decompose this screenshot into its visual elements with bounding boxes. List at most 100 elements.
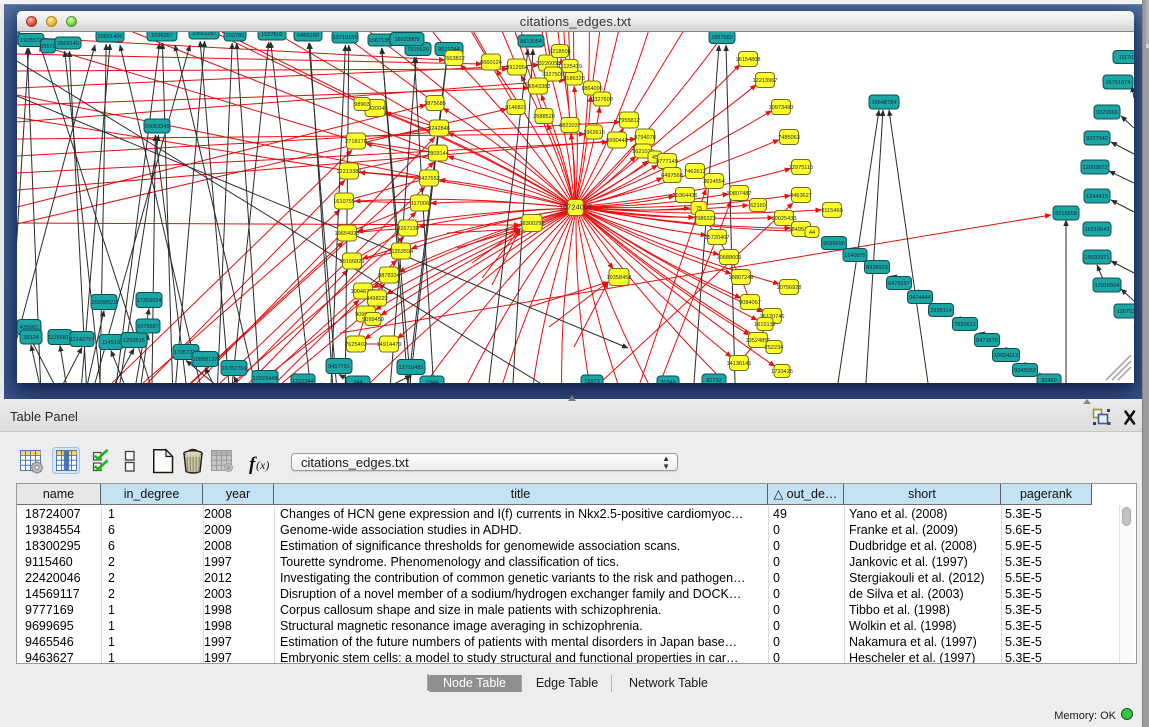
svg-text:1096357: 1096357 — [151, 33, 173, 39]
svg-text:7955812: 7955812 — [618, 118, 640, 124]
svg-text:1864096: 1864096 — [581, 86, 603, 92]
svg-text:98903: 98903 — [354, 102, 370, 108]
svg-text:1733426: 1733426 — [771, 369, 793, 375]
svg-text:9794078: 9794078 — [634, 135, 656, 141]
svg-text:20364436: 20364436 — [673, 193, 698, 199]
svg-text:1962615: 1962615 — [583, 130, 605, 136]
svg-text:8427552: 8427552 — [418, 176, 440, 182]
svg-text:16782759: 16782759 — [222, 366, 247, 372]
svg-text:17359924: 17359924 — [137, 298, 162, 304]
svg-text:15751074: 15751074 — [1106, 80, 1131, 86]
svg-text:16154808: 16154808 — [736, 57, 761, 63]
svg-text:20053346: 20053346 — [145, 124, 170, 130]
svg-text:2986322: 2986322 — [694, 216, 716, 222]
svg-text:9699695: 9699695 — [823, 241, 845, 247]
svg-text:2803144: 2803144 — [427, 151, 449, 157]
svg-text:18807249: 18807249 — [729, 275, 754, 281]
svg-text:7515526: 7515526 — [407, 47, 429, 53]
svg-text:7462612: 7462612 — [684, 169, 706, 175]
svg-text:10025433: 10025433 — [772, 216, 797, 222]
svg-text:82732: 82732 — [706, 378, 722, 383]
svg-text:10973493: 10973493 — [769, 105, 794, 111]
svg-text:16210643: 16210643 — [1085, 227, 1110, 233]
svg-text:152760: 152760 — [226, 33, 245, 39]
svg-text:20691406: 20691406 — [98, 34, 123, 40]
svg-text:16033809: 16033809 — [395, 37, 420, 43]
svg-text:10688609: 10688609 — [717, 255, 742, 261]
svg-text:9227342: 9227342 — [1086, 136, 1108, 142]
svg-text:1610755: 1610755 — [333, 199, 355, 205]
svg-text:8878334: 8878334 — [378, 273, 400, 279]
svg-text:117006: 117006 — [411, 201, 429, 207]
svg-text:8471676: 8471676 — [976, 338, 998, 344]
svg-text:19654933: 19654933 — [335, 231, 360, 237]
svg-text:1527602: 1527602 — [261, 32, 283, 38]
svg-text:14136141: 14136141 — [727, 361, 752, 367]
svg-text:7625402: 7625402 — [345, 342, 367, 348]
svg-text:10807487: 10807487 — [727, 191, 752, 197]
svg-text:1244415: 1244415 — [1086, 194, 1108, 200]
svg-text:1250515: 1250515 — [123, 338, 145, 344]
svg-text:9457791: 9457791 — [328, 364, 350, 370]
svg-text:13716485: 13716485 — [399, 365, 424, 371]
svg-text:8813054: 8813054 — [520, 39, 542, 45]
svg-text:10653287: 10653287 — [192, 32, 217, 37]
svg-text:15720407: 15720407 — [705, 235, 730, 241]
svg-text:6479197: 6479197 — [888, 281, 910, 287]
svg-text:1202344: 1202344 — [292, 379, 314, 383]
svg-text:14914479: 14914479 — [377, 342, 402, 348]
svg-text:9975687: 9975687 — [137, 324, 159, 330]
svg-text:9218506: 9218506 — [549, 49, 571, 55]
svg-text:12923448: 12923448 — [253, 376, 278, 382]
svg-text:114519: 114519 — [102, 340, 120, 346]
svg-text:944: 944 — [353, 380, 362, 383]
svg-text:15692971: 15692971 — [1085, 255, 1110, 261]
svg-text:9099459: 9099459 — [362, 317, 384, 323]
svg-text:12213967: 12213967 — [753, 78, 778, 84]
svg-text:39124: 39124 — [23, 335, 39, 341]
svg-text:16543382: 16543382 — [526, 84, 551, 90]
svg-text:18300295: 18300295 — [520, 221, 545, 227]
svg-text:9329966: 9329966 — [1096, 110, 1118, 116]
svg-text:7632621: 7632621 — [954, 322, 976, 328]
svg-text:7485063: 7485063 — [778, 135, 800, 141]
svg-text:116753: 116753 — [1117, 309, 1134, 315]
svg-text:20346: 20346 — [660, 380, 676, 383]
svg-text:7663822: 7663822 — [443, 56, 465, 62]
svg-text:8912954: 8912954 — [506, 65, 528, 71]
svg-text:9777149: 9777149 — [656, 159, 678, 165]
svg-text:1905572: 1905572 — [20, 38, 42, 44]
svg-text:13226058: 13226058 — [536, 61, 561, 67]
svg-text:9084067: 9084067 — [739, 300, 761, 306]
svg-text:8186328: 8186328 — [563, 76, 585, 82]
svg-text:2718170: 2718170 — [345, 139, 367, 145]
svg-text:6497568: 6497568 — [661, 173, 683, 179]
svg-text:92450: 92450 — [1041, 378, 1057, 383]
svg-text:12975115: 12975115 — [789, 165, 813, 171]
svg-text:9146821: 9146821 — [505, 105, 527, 111]
svg-text:1944: 1944 — [426, 380, 438, 383]
svg-text:2935114: 2935114 — [930, 308, 951, 314]
svg-text:3875685: 3875685 — [424, 101, 446, 107]
svg-text:3267130: 3267130 — [397, 226, 419, 232]
svg-text:9115460: 9115460 — [821, 208, 842, 214]
svg-text:2887682: 2887682 — [711, 35, 733, 41]
svg-text:9474444: 9474444 — [909, 295, 931, 301]
svg-text:4498222: 4498222 — [366, 296, 388, 302]
svg-text:10719155: 10719155 — [333, 35, 358, 41]
svg-text:252234: 252234 — [765, 345, 784, 351]
svg-text:10756928: 10756928 — [777, 285, 802, 291]
svg-text:11353594: 11353594 — [389, 249, 413, 255]
svg-text:12213382: 12213382 — [337, 169, 362, 175]
svg-text:1640975: 1640975 — [844, 253, 866, 259]
svg-text:15973: 15973 — [584, 379, 600, 383]
svg-text:9327503: 9327503 — [542, 72, 564, 78]
svg-text:(x): (x) — [256, 458, 269, 472]
svg-text:10654112: 10654112 — [994, 353, 1018, 359]
svg-text:20208521: 20208521 — [92, 300, 117, 306]
svg-text:1615132: 1615132 — [754, 322, 776, 328]
svg-text:12093872: 12093872 — [1083, 165, 1108, 171]
svg-text:10958137: 10958137 — [193, 357, 218, 363]
svg-text:12142757: 12142757 — [70, 337, 95, 343]
svg-text:8822037: 8822037 — [559, 123, 581, 129]
